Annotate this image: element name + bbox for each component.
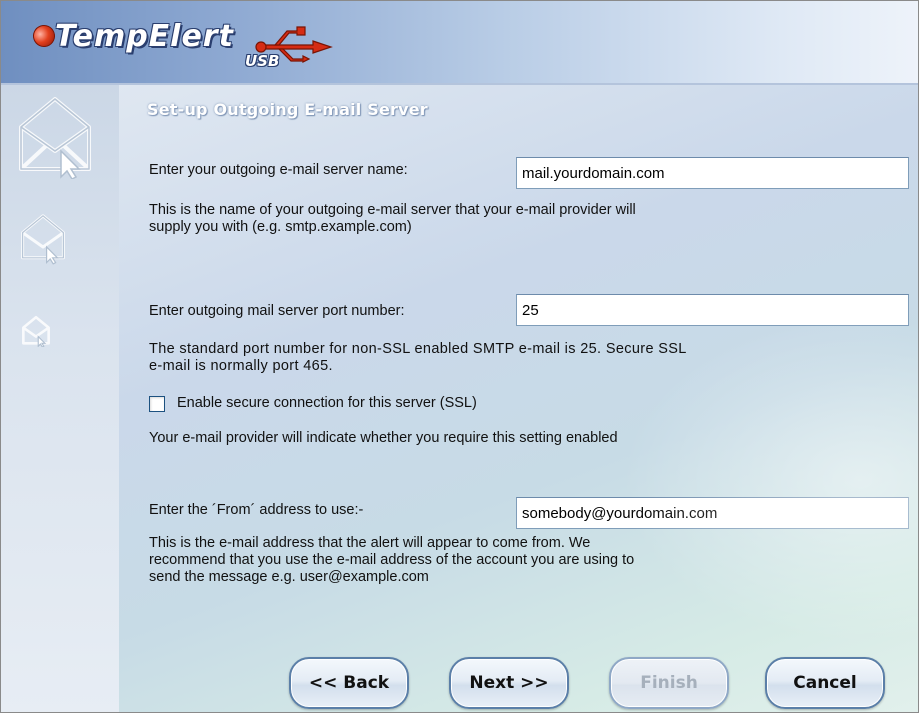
back-button[interactable]: << Back xyxy=(289,657,409,709)
finish-button[interactable]: Finish xyxy=(609,657,729,709)
ssl-help: Your e-mail provider will indicate wheth… xyxy=(149,430,618,446)
next-button[interactable]: Next >> xyxy=(449,657,569,709)
from-address-field[interactable]: somebody@yourdomain.com xyxy=(516,497,909,529)
server-name-field[interactable]: mail.yourdomain.com xyxy=(516,157,909,189)
main-content: Set-up Outgoing E-mail Server Enter your… xyxy=(119,85,918,712)
server-name-help-line: This is the name of your outgoing e-mail… xyxy=(149,202,636,218)
server-name-help: This is the name of your outgoing e-mail… xyxy=(149,202,636,236)
page-title: Set-up Outgoing E-mail Server xyxy=(147,100,428,119)
port-help-line: e-mail is normally port 465. xyxy=(149,358,333,374)
envelope-cursor-icon xyxy=(22,315,50,347)
logo-usb-text: USB xyxy=(245,52,280,70)
from-address-help-line: recommend that you use the e-mail addres… xyxy=(149,552,635,568)
logo-ball-icon xyxy=(29,21,59,51)
from-address-help-line: This is the e-mail address that the aler… xyxy=(149,535,591,551)
sidebar xyxy=(1,85,119,712)
from-address-help-line: send the message e.g. user@example.com xyxy=(149,569,429,585)
cancel-button[interactable]: Cancel xyxy=(765,657,885,709)
server-name-label: Enter your outgoing e-mail server name: xyxy=(149,162,408,178)
envelope-cursor-icon xyxy=(19,97,91,179)
envelope-cursor-icon xyxy=(21,214,65,265)
logo: TempElert USB xyxy=(23,11,353,75)
header-banner: TempElert USB xyxy=(1,1,918,85)
server-name-help-line: supply you with (e.g. smtp.example.com) xyxy=(149,219,412,235)
from-address-help: This is the e-mail address that the aler… xyxy=(149,535,634,586)
port-help-line: The standard port number for non-SSL ena… xyxy=(149,341,687,357)
logo-text: TempElert xyxy=(55,19,234,54)
ssl-checkbox[interactable] xyxy=(149,396,165,412)
port-help: The standard port number for non-SSL ena… xyxy=(149,341,909,375)
ssl-label[interactable]: Enable secure connection for this server… xyxy=(177,395,477,411)
from-address-label: Enter the ´From´ address to use:- xyxy=(149,502,364,518)
port-field[interactable]: 25 xyxy=(516,294,909,326)
wizard-window: TempElert USB Set-up Outgoing E-mail Ser… xyxy=(0,0,919,713)
port-label: Enter outgoing mail server port number: xyxy=(149,303,405,319)
